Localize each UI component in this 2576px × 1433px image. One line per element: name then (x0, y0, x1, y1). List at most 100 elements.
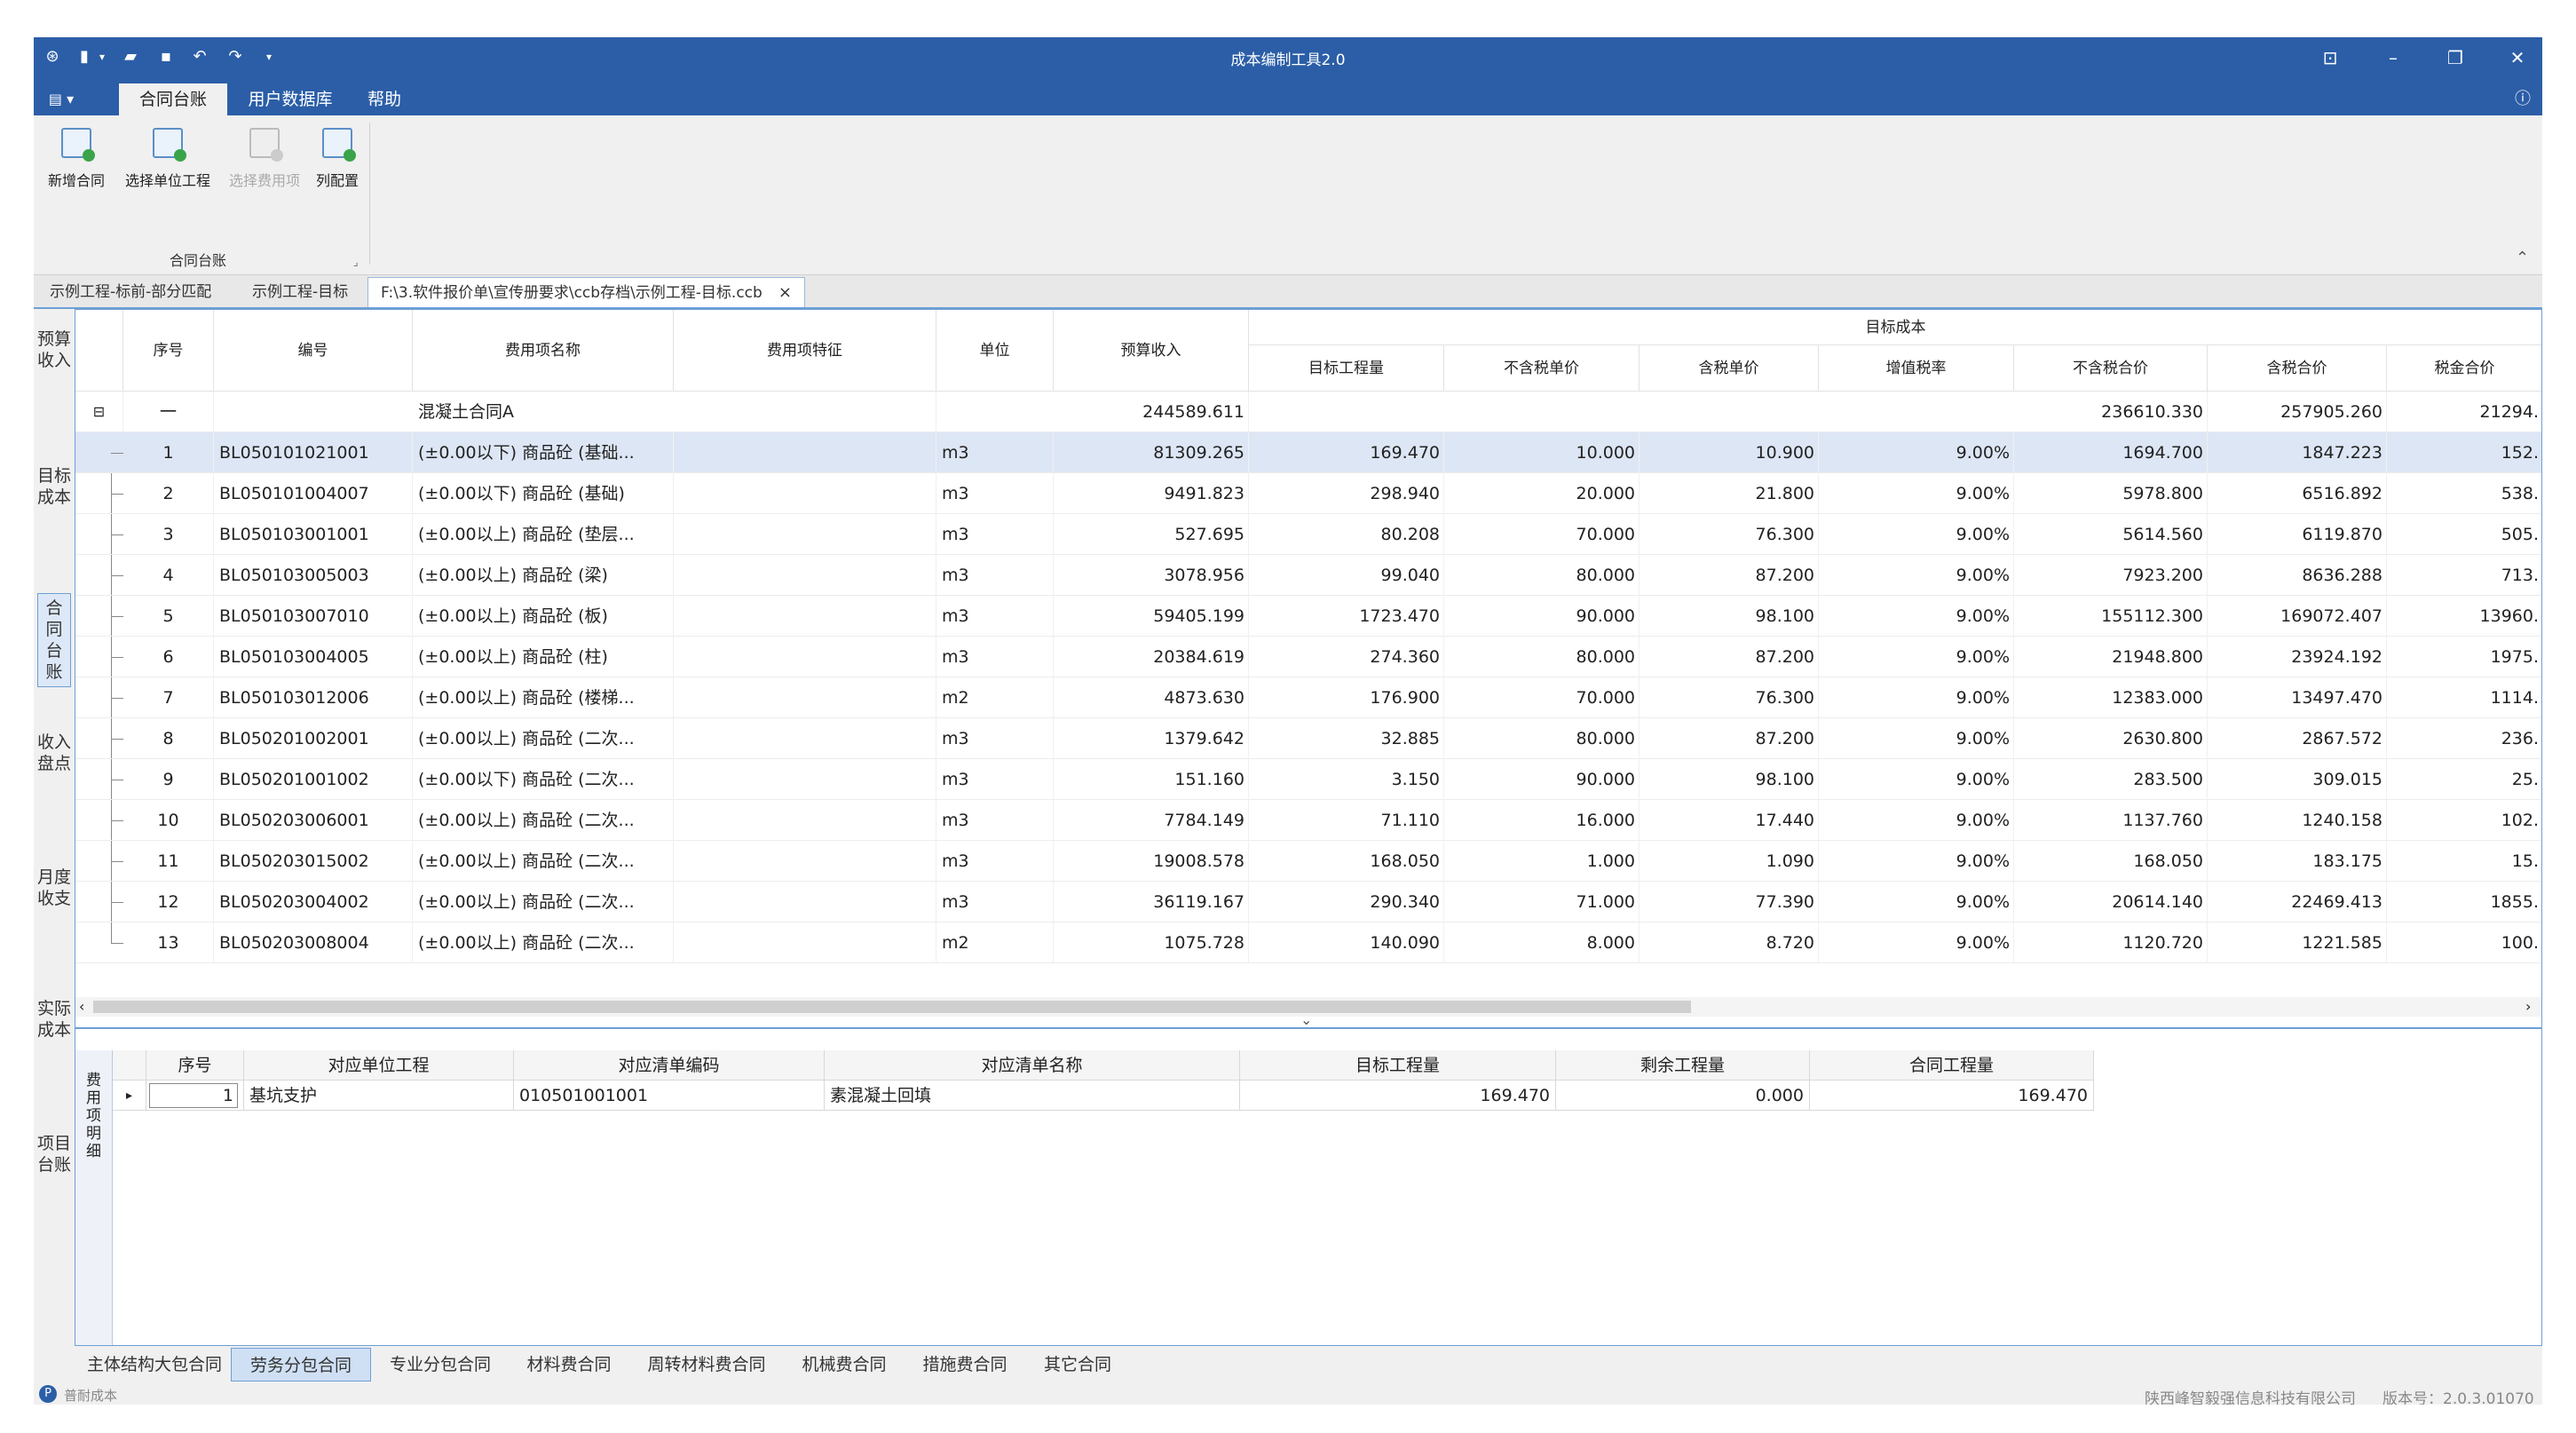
table-row[interactable]: 2 BL050101004007 (±0.00以下) 商品砼 (基础) m3 9491.… (75, 473, 2541, 514)
detail-header-remain-qty[interactable]: 剩余工程量 (1556, 1050, 1810, 1081)
group-total-in[interactable]: 257905.260 (2208, 392, 2387, 432)
cell-tax-total[interactable]: 15. (2387, 841, 2541, 882)
sidenav-budget-income[interactable]: 预算收入 (37, 325, 71, 375)
close-tab-icon[interactable]: × (778, 283, 792, 302)
sidenav-income-inventory[interactable]: 收入盘点 (37, 728, 71, 778)
cell-qty[interactable]: 32.885 (1249, 718, 1444, 759)
table-row[interactable]: 10 BL050203006001 (±0.00以上) 商品砼 (二次... m3 77… (75, 800, 2541, 841)
cell-total-ex[interactable]: 5978.800 (2014, 473, 2208, 514)
cell-name[interactable]: (±0.00以上) 商品砼 (二次... (413, 800, 674, 841)
cell-qty[interactable]: 80.208 (1249, 514, 1444, 555)
grid-group-row[interactable]: ⊟ 一 混凝土合同A 244589.611 236610.330 257905.260 21… (75, 392, 2541, 432)
cell-total-in[interactable]: 22469.413 (2208, 882, 2387, 922)
cell-tax-total[interactable]: 505. (2387, 514, 2541, 555)
cell-tax-total[interactable]: 152. (2387, 432, 2541, 473)
cell-total-in[interactable]: 309.015 (2208, 759, 2387, 800)
tab-labor-subcontract[interactable]: 劳务分包合同 (231, 1348, 371, 1382)
sidenav-project-ledger[interactable]: 项目台账 (37, 1129, 71, 1179)
cell-total-in[interactable]: 6516.892 (2208, 473, 2387, 514)
tab-user-database[interactable]: 用户数据库 (234, 83, 346, 115)
cell-budget[interactable]: 19008.578 (1054, 841, 1249, 882)
cell-unit[interactable]: m3 (936, 555, 1054, 596)
header-qty[interactable]: 目标工程量 (1249, 345, 1444, 392)
cell-unit[interactable]: m3 (936, 514, 1054, 555)
cell-seq[interactable]: 5 (123, 596, 214, 637)
cell-name[interactable]: (±0.00以上) 商品砼 (二次... (413, 922, 674, 963)
cell-total-ex[interactable]: 1120.720 (2014, 922, 2208, 963)
sidenav-target-cost[interactable]: 目标成本 (37, 462, 71, 511)
sidenav-actual-cost[interactable]: 实际成本 (37, 994, 71, 1044)
cell-price-in[interactable]: 87.200 (1640, 637, 1819, 677)
cell-tax-rate[interactable]: 9.00% (1819, 718, 2014, 759)
doc-tab-target[interactable]: 示例工程-目标 (240, 277, 360, 307)
cell-seq[interactable]: 12 (123, 882, 214, 922)
header-code[interactable]: 编号 (214, 310, 413, 392)
column-config-button[interactable]: 列配置 (311, 128, 364, 217)
select-cost-item-button[interactable]: 选择费用项 (222, 128, 307, 217)
close-window-icon[interactable]: ✕ (2504, 45, 2531, 70)
cell-qty[interactable]: 1723.470 (1249, 596, 1444, 637)
header-price-ex[interactable]: 不含税单价 (1444, 345, 1640, 392)
cell-total-ex[interactable]: 168.050 (2014, 841, 2208, 882)
tab-measures[interactable]: 措施费合同 (905, 1348, 1024, 1382)
cell-tax-rate[interactable]: 9.00% (1819, 677, 2014, 718)
cell-seq[interactable]: 9 (123, 759, 214, 800)
header-total-ex[interactable]: 不含税合价 (2014, 345, 2208, 392)
cell-total-ex[interactable]: 283.500 (2014, 759, 2208, 800)
cell-code[interactable]: BL050203004002 (214, 882, 413, 922)
cell-price-in[interactable]: 10.900 (1640, 432, 1819, 473)
cell-total-in[interactable]: 8636.288 (2208, 555, 2387, 596)
header-budget[interactable]: 预算收入 (1054, 310, 1249, 392)
cell-price-in[interactable]: 87.200 (1640, 718, 1819, 759)
cell-seq[interactable]: 3 (123, 514, 214, 555)
cell-total-in[interactable]: 1847.223 (2208, 432, 2387, 473)
cell-budget[interactable]: 7784.149 (1054, 800, 1249, 841)
table-row[interactable]: 6 BL050103004005 (±0.00以上) 商品砼 (柱) m3 20384.… (75, 637, 2541, 677)
info-icon[interactable]: ⓘ (2510, 83, 2535, 115)
cell-seq[interactable]: 7 (123, 677, 214, 718)
tab-other[interactable]: 其它合同 (1026, 1348, 1129, 1382)
cell-tax-rate[interactable]: 9.00% (1819, 514, 2014, 555)
cell-seq[interactable]: 1 (123, 432, 214, 473)
cell-feature[interactable] (674, 596, 936, 637)
cell-name[interactable]: (±0.00以上) 商品砼 (楼梯... (413, 677, 674, 718)
cell-price-in[interactable]: 76.300 (1640, 514, 1819, 555)
cell-budget[interactable]: 36119.167 (1054, 882, 1249, 922)
header-seq[interactable]: 序号 (123, 310, 214, 392)
detail-header-seq[interactable]: 序号 (146, 1050, 244, 1081)
cell-name[interactable]: (±0.00以下) 商品砼 (基础... (413, 432, 674, 473)
cell-name[interactable]: (±0.00以上) 商品砼 (柱) (413, 637, 674, 677)
header-feature[interactable]: 费用项特征 (674, 310, 936, 392)
restore-icon[interactable]: ❐ (2442, 45, 2469, 70)
cell-price-ex[interactable]: 90.000 (1444, 596, 1640, 637)
scroll-left-icon[interactable]: ‹ (79, 997, 84, 1017)
detail-vertical-tab[interactable]: 费用项明细 (75, 1050, 113, 1345)
cell-tax-total[interactable]: 102. (2387, 800, 2541, 841)
detail-header-contract-qty[interactable]: 合同工程量 (1810, 1050, 2094, 1081)
cell-qty[interactable]: 140.090 (1249, 922, 1444, 963)
cell-qty[interactable]: 169.470 (1249, 432, 1444, 473)
tab-contract-ledger[interactable]: 合同台账 (119, 83, 227, 115)
cell-unit[interactable]: m3 (936, 800, 1054, 841)
header-name[interactable]: 费用项名称 (413, 310, 674, 392)
scrollbar-thumb[interactable] (93, 1001, 1691, 1013)
cell-feature[interactable] (674, 922, 936, 963)
minimize-icon[interactable]: – (2380, 45, 2406, 70)
cell-qty[interactable]: 290.340 (1249, 882, 1444, 922)
group-name[interactable]: 混凝土合同A (413, 392, 936, 432)
detail-header-unit-project[interactable]: 对应单位工程 (244, 1050, 514, 1081)
cell-price-ex[interactable]: 20.000 (1444, 473, 1640, 514)
cell-price-ex[interactable]: 10.000 (1444, 432, 1640, 473)
detail-header-bill-code[interactable]: 对应清单编码 (514, 1050, 825, 1081)
cell-tax-total[interactable]: 25. (2387, 759, 2541, 800)
cell-code[interactable]: BL050103001001 (214, 514, 413, 555)
detail-bill-name[interactable]: 素混凝土回填 (825, 1081, 1240, 1111)
detail-target-qty[interactable]: 169.470 (1240, 1081, 1556, 1111)
cell-price-in[interactable]: 1.090 (1640, 841, 1819, 882)
cell-price-ex[interactable]: 80.000 (1444, 555, 1640, 596)
cell-qty[interactable]: 274.360 (1249, 637, 1444, 677)
cell-price-ex[interactable]: 1.000 (1444, 841, 1640, 882)
cell-budget[interactable]: 81309.265 (1054, 432, 1249, 473)
cell-name[interactable]: (±0.00以上) 商品砼 (垫层... (413, 514, 674, 555)
group-launcher-icon[interactable]: ⌟ (353, 256, 359, 268)
